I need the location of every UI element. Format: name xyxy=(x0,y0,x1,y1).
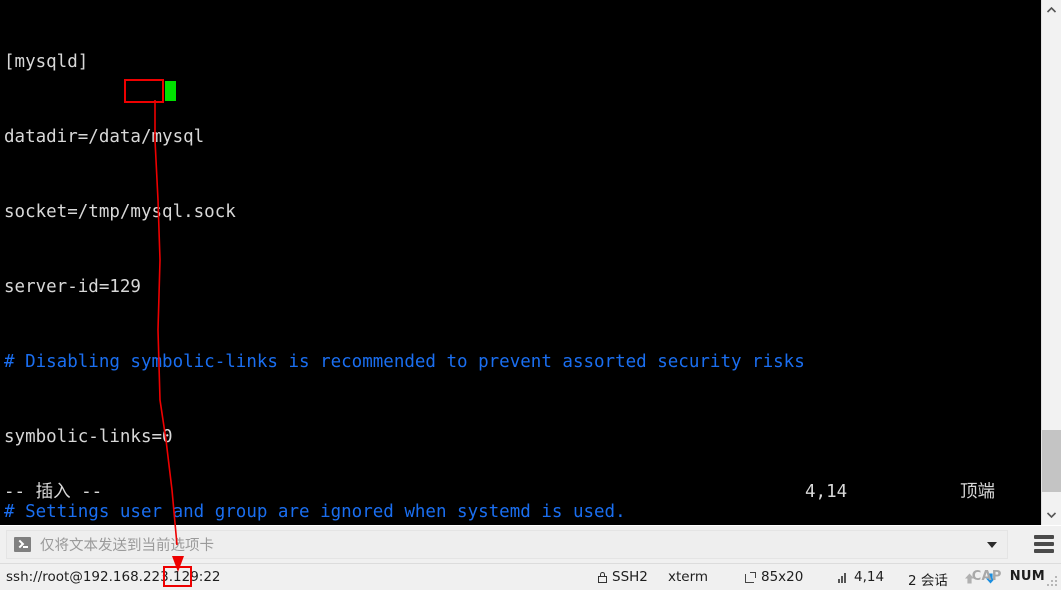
num-lock-indicator: NUM xyxy=(1009,569,1045,584)
status-cursor-position-label: 4,14 xyxy=(854,569,885,585)
connection-url: ssh://root@192.168.223.129:22 xyxy=(6,569,221,585)
vim-mode-indicator: -- 插入 -- xyxy=(4,482,103,502)
scrollbar-down-button[interactable] xyxy=(1042,505,1061,525)
terminal-line-server-id: server-id=129 xyxy=(4,277,141,297)
vim-status-line: -- 插入 -- 4,14 顶端 xyxy=(0,480,1041,505)
status-terminal-size-label: 85x20 xyxy=(761,569,804,585)
chevron-down-icon[interactable] xyxy=(987,542,997,548)
status-terminal-size[interactable]: 85x20 xyxy=(745,569,803,585)
terminal-cursor xyxy=(165,81,176,101)
vim-file-location: 顶端 xyxy=(960,482,995,502)
status-protocol[interactable]: SSH2 xyxy=(598,569,648,585)
screen-size-icon xyxy=(745,571,756,583)
status-terminal-type-label: xterm xyxy=(668,569,709,585)
scrollbar-thumb[interactable] xyxy=(1042,430,1061,492)
terminal-scrollbar[interactable] xyxy=(1041,0,1061,525)
hamburger-menu-icon[interactable] xyxy=(1034,535,1054,553)
terminal-text: [mysqld] datadir=/data/mysql socket=/tmp… xyxy=(4,0,805,525)
status-sessions[interactable]: 2 会话 xyxy=(908,569,948,589)
menu-bar-3 xyxy=(1034,549,1054,553)
terminal-line: [mysqld] xyxy=(4,52,89,72)
menu-bar-2 xyxy=(1034,542,1054,546)
terminal-prompt-icon xyxy=(14,537,31,552)
vim-cursor-position: 4,14 xyxy=(805,482,848,502)
status-sessions-label: 2 会话 xyxy=(908,573,948,589)
resize-grip[interactable] xyxy=(1047,576,1059,588)
scrollbar-up-button[interactable] xyxy=(1042,0,1061,20)
terminal-screen[interactable]: [mysqld] datadir=/data/mysql socket=/tmp… xyxy=(0,0,1041,525)
status-bar: ssh://root@192.168.223.129:22 SSH2 xterm… xyxy=(0,563,1061,590)
menu-bar-1 xyxy=(1034,535,1054,539)
terminal-line: socket=/tmp/mysql.sock xyxy=(4,202,236,222)
status-terminal-type[interactable]: xterm xyxy=(668,569,708,585)
xshell-window: [mysqld] datadir=/data/mysql socket=/tmp… xyxy=(0,0,1061,590)
scrollbar-track[interactable] xyxy=(1042,20,1061,505)
terminal-line: # Disabling symbolic-links is recommende… xyxy=(4,352,805,372)
status-cursor-position[interactable]: 4,14 xyxy=(838,569,884,585)
lock-icon xyxy=(598,571,607,583)
send-text-placeholder: 仅将文本发送到当前选项卡 xyxy=(40,538,214,554)
chevron-up-icon xyxy=(1047,7,1056,13)
send-text-input[interactable]: 仅将文本发送到当前选项卡 xyxy=(6,530,1008,559)
send-text-bar: 仅将文本发送到当前选项卡 xyxy=(0,525,1061,563)
chevron-down-icon xyxy=(1047,512,1056,518)
terminal-line: datadir=/data/mysql xyxy=(4,127,205,147)
terminal-line: symbolic-links=0 xyxy=(4,427,173,447)
caps-lock-indicator: CAP xyxy=(971,569,1002,584)
cursor-position-icon xyxy=(838,572,849,583)
status-protocol-label: SSH2 xyxy=(612,569,648,585)
